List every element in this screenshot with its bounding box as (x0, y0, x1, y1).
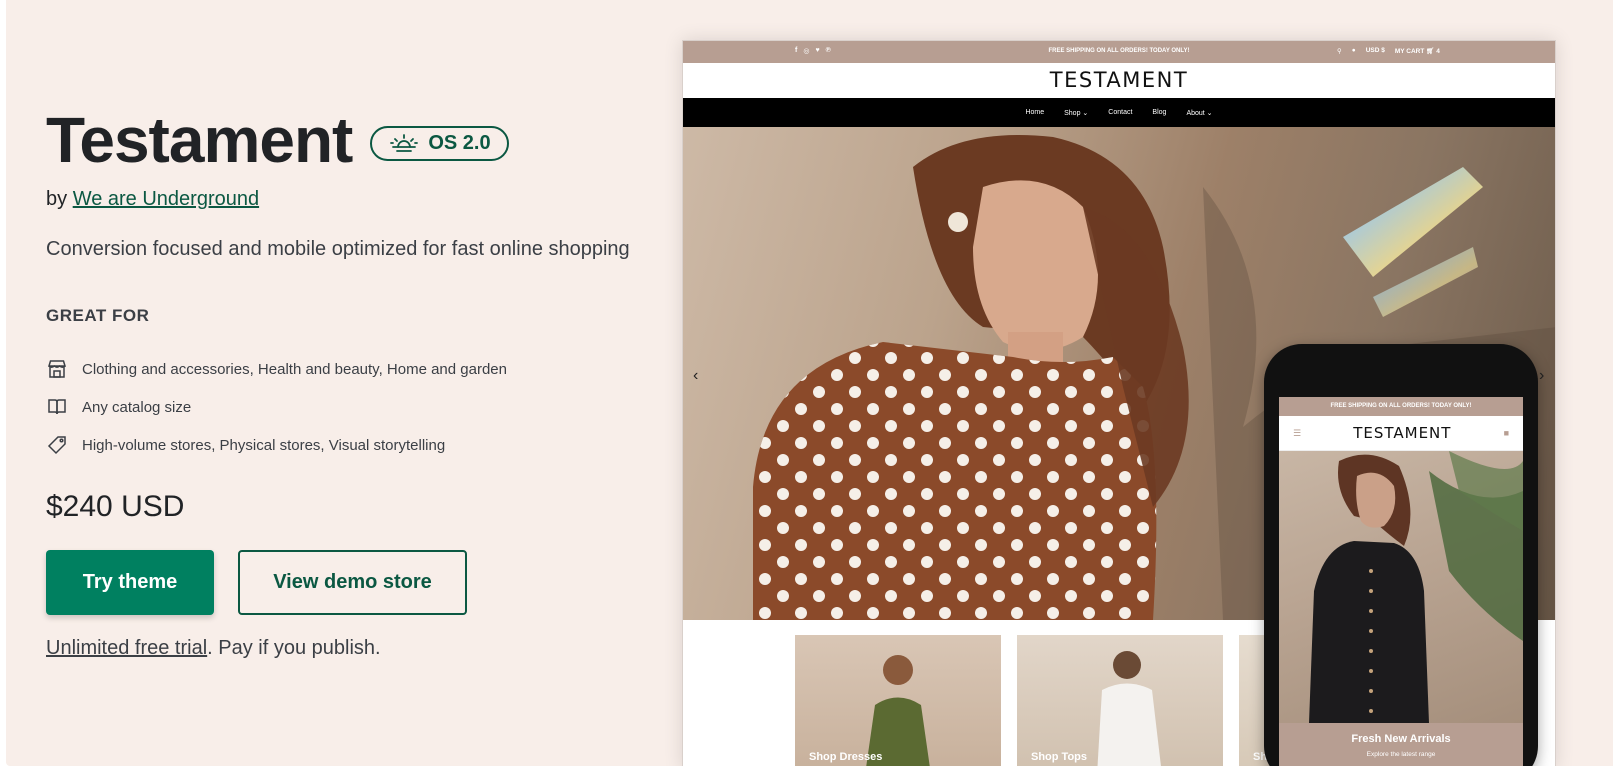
mobile-preview: FREE SHIPPING ON ALL ORDERS! TODAY ONLY!… (1264, 344, 1538, 766)
tag-icon (46, 434, 68, 456)
collection-card: Shop Dresses (795, 635, 1001, 766)
try-theme-button[interactable]: Try theme (46, 550, 214, 615)
cart-icon: ■ (1503, 428, 1509, 438)
preview-nav-item: About ⌄ (1186, 109, 1213, 117)
theme-hero: Testament OS 2.0 by We are Underground C… (6, 0, 1613, 766)
preview-announcement-bar: f ◎ ♥ ℗ FREE SHIPPING ON ALL ORDERS! TOD… (683, 41, 1555, 63)
sunrise-icon (390, 134, 419, 152)
list-item: Any catalog size (46, 388, 507, 426)
list-item: Clothing and accessories, Health and bea… (46, 350, 507, 388)
great-for-label: High-volume stores, Physical stores, Vis… (82, 436, 446, 454)
byline: by We are Underground (46, 188, 259, 211)
card-illustration (866, 655, 930, 766)
list-item: High-volume stores, Physical stores, Vis… (46, 426, 507, 464)
preview-header: TESTAMENT (683, 63, 1555, 98)
os-badge: OS 2.0 (370, 125, 509, 161)
preview-nav-item: Blog (1152, 109, 1167, 116)
account-icon: ● (1351, 47, 1356, 54)
mobile-header: ☰ TESTAMENT ■ (1279, 416, 1523, 451)
trial-text: Unlimited free trial. Pay if you publish… (46, 637, 381, 660)
collection-card-label: Shop Dresses (809, 751, 883, 763)
author-link[interactable]: We are Underground (73, 188, 259, 210)
great-for-label: Clothing and accessories, Health and bea… (82, 360, 507, 378)
menu-icon: ☰ (1293, 427, 1302, 438)
preview-nav-item: Home (1025, 109, 1045, 116)
collection-card-label: Shop Tops (1031, 751, 1088, 763)
great-for-label: Any catalog size (82, 398, 192, 416)
preview-cart-label: MY CART (1394, 48, 1425, 55)
preview-utilities: ⚲ ● USD $ MY CART 🛒︎ 4 (1337, 47, 1440, 55)
cart-icon: 🛒︎ (1426, 48, 1435, 55)
preview-currency: USD $ (1365, 47, 1385, 54)
mobile-model-illustration (1309, 451, 1523, 723)
great-for-list: Clothing and accessories, Health and bea… (46, 350, 507, 464)
mobile-logo: TESTAMENT (1353, 424, 1452, 442)
preview-nav: Home Shop ⌄ Contact Blog About ⌄ (683, 98, 1555, 127)
mobile-hero-subtitle: Explore the latest range (1366, 751, 1436, 758)
storefront-icon (46, 358, 68, 380)
preview-nav-item: Shop ⌄ (1064, 109, 1089, 117)
byline-prefix: by (46, 188, 68, 210)
mobile-hero-image (1279, 451, 1523, 723)
mobile-screen: FREE SHIPPING ON ALL ORDERS! TODAY ONLY!… (1279, 397, 1523, 766)
collection-card: Shop Tops (1017, 635, 1223, 766)
preview-next-arrow: › (1539, 367, 1545, 384)
free-trial-link[interactable]: Unlimited free trial (46, 637, 207, 659)
book-icon (46, 396, 68, 418)
theme-price: $240 USD (46, 490, 185, 523)
theme-title: Testament (46, 104, 353, 176)
mobile-hero-caption: Fresh New Arrivals Explore the latest ra… (1279, 723, 1523, 766)
mobile-announcement: FREE SHIPPING ON ALL ORDERS! TODAY ONLY! (1279, 397, 1523, 416)
search-icon: ⚲ (1337, 48, 1342, 55)
preview-cart-count: 4 (1436, 48, 1440, 55)
card-illustration (1097, 651, 1161, 766)
os-badge-label: OS 2.0 (428, 131, 491, 154)
preview-nav-item: Contact (1108, 109, 1133, 116)
view-demo-store-button[interactable]: View demo store (238, 550, 467, 615)
preview-prev-arrow: ‹ (693, 367, 699, 384)
preview-logo: TESTAMENT (1049, 68, 1189, 92)
preview-cart: MY CART 🛒︎ 4 (1395, 47, 1440, 55)
title-row: Testament OS 2.0 (46, 104, 509, 176)
tagline: Conversion focused and mobile optimized … (46, 238, 630, 260)
trial-rest: . Pay if you publish. (207, 637, 381, 659)
mobile-hero-title: Fresh New Arrivals (1351, 733, 1451, 745)
great-for-heading: GREAT FOR (46, 306, 150, 325)
